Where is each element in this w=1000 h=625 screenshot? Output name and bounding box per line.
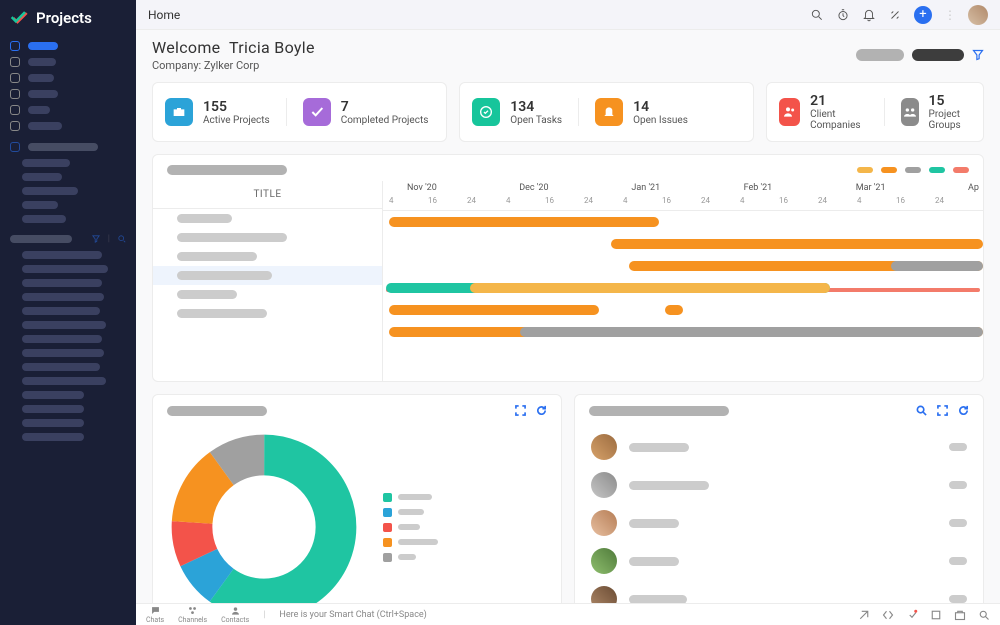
nav-subitem[interactable] bbox=[0, 170, 136, 184]
search-icon[interactable] bbox=[118, 235, 126, 243]
nav-subitem[interactable] bbox=[0, 276, 136, 290]
person-row[interactable] bbox=[591, 542, 967, 580]
nav-subitem[interactable] bbox=[0, 248, 136, 262]
topbar: Home + ⋮ bbox=[136, 0, 1000, 30]
footer-icon[interactable] bbox=[906, 609, 918, 621]
nav-item[interactable] bbox=[0, 54, 136, 70]
expand-icon[interactable] bbox=[937, 405, 948, 416]
nav-item[interactable] bbox=[0, 118, 136, 134]
group-icon bbox=[901, 98, 919, 126]
gantt-time-header: Nov '20Dec '20Jan '21Feb '21Mar '21Ap416… bbox=[383, 181, 983, 211]
person-row[interactable] bbox=[591, 428, 967, 466]
gantt-panel: TITLE Nov '20Dec '20Jan '21Feb '21Mar '2… bbox=[152, 154, 984, 382]
nav-item[interactable] bbox=[0, 70, 136, 86]
donut-legend bbox=[383, 493, 438, 562]
nav-subitem[interactable] bbox=[0, 388, 136, 402]
check-icon bbox=[303, 98, 331, 126]
nav-subitem[interactable] bbox=[0, 212, 136, 226]
tasks-icon bbox=[472, 98, 500, 126]
header-chip[interactable] bbox=[856, 49, 904, 61]
panel-title bbox=[589, 406, 729, 416]
footer-tab-channels[interactable]: Channels bbox=[178, 605, 207, 624]
gantt-row-label[interactable] bbox=[153, 228, 382, 247]
footer-icon[interactable] bbox=[930, 609, 942, 621]
gantt-row-label[interactable] bbox=[153, 266, 382, 285]
nav-subitem[interactable] bbox=[0, 360, 136, 374]
nav-subitem[interactable] bbox=[0, 262, 136, 276]
search-icon[interactable] bbox=[810, 8, 824, 22]
donut-chart bbox=[169, 432, 359, 603]
footer: Chats Channels Contacts | Here is your S… bbox=[136, 603, 1000, 625]
footer-icon[interactable] bbox=[954, 609, 966, 621]
stat-card-tasks: 134Open Tasks 14Open Issues bbox=[459, 82, 754, 142]
refresh-icon[interactable] bbox=[536, 405, 547, 416]
logo-icon bbox=[10, 8, 30, 28]
gantt-row-label[interactable] bbox=[153, 285, 382, 304]
nav-subitem[interactable] bbox=[0, 402, 136, 416]
gantt-row-label[interactable] bbox=[153, 209, 382, 228]
gantt-legend bbox=[857, 167, 969, 173]
nav-item[interactable] bbox=[0, 102, 136, 118]
footer-icon[interactable] bbox=[858, 609, 870, 621]
expand-icon[interactable] bbox=[515, 405, 526, 416]
avatar[interactable] bbox=[968, 5, 988, 25]
nav-subitem[interactable] bbox=[0, 198, 136, 212]
tools-icon[interactable] bbox=[888, 8, 902, 22]
nav-subitem[interactable] bbox=[0, 416, 136, 430]
add-button[interactable]: + bbox=[914, 6, 932, 24]
filter-icon[interactable] bbox=[972, 49, 984, 61]
nav-subitem[interactable] bbox=[0, 374, 136, 388]
nav-subitem[interactable] bbox=[0, 346, 136, 360]
bell-icon[interactable] bbox=[862, 8, 876, 22]
timer-icon[interactable] bbox=[836, 8, 850, 22]
panel-title bbox=[167, 406, 267, 416]
footer-tab-chats[interactable]: Chats bbox=[146, 605, 164, 624]
nav-subitem[interactable] bbox=[0, 156, 136, 170]
gantt-title-header: TITLE bbox=[153, 181, 382, 209]
company-text: Company: Zylker Corp bbox=[152, 59, 315, 72]
refresh-icon[interactable] bbox=[958, 405, 969, 416]
nav-subitem[interactable] bbox=[0, 184, 136, 198]
nav-subitem[interactable] bbox=[0, 304, 136, 318]
nav-subitem[interactable] bbox=[0, 430, 136, 444]
brand-header: Projects bbox=[0, 0, 136, 36]
stat-card-projects: 155Active Projects 7Completed Projects bbox=[152, 82, 447, 142]
briefcase-icon bbox=[165, 98, 193, 126]
footer-icon[interactable] bbox=[978, 609, 990, 621]
sidebar: Projects | bbox=[0, 0, 136, 625]
nav-group-header[interactable] bbox=[0, 136, 136, 154]
nav-subitem[interactable] bbox=[0, 318, 136, 332]
brand-title: Projects bbox=[36, 9, 92, 27]
gantt-row-label[interactable] bbox=[153, 304, 382, 323]
nav-group-header[interactable]: | bbox=[0, 228, 136, 246]
panel-title bbox=[167, 165, 287, 175]
footer-hint: Here is your Smart Chat (Ctrl+Space) bbox=[279, 610, 426, 620]
header-chip[interactable] bbox=[912, 49, 964, 61]
filter-icon[interactable] bbox=[92, 235, 100, 243]
person-row[interactable] bbox=[591, 504, 967, 542]
stat-card-clients: 21Client Companies 15Project Groups bbox=[766, 82, 984, 142]
search-icon[interactable] bbox=[916, 405, 927, 416]
gantt-row-label[interactable] bbox=[153, 247, 382, 266]
nav-item-home[interactable] bbox=[0, 38, 136, 54]
nav-item[interactable] bbox=[0, 86, 136, 102]
alert-icon bbox=[595, 98, 623, 126]
footer-tab-contacts[interactable]: Contacts bbox=[221, 605, 249, 624]
nav-subitem[interactable] bbox=[0, 332, 136, 346]
footer-icon[interactable] bbox=[882, 609, 894, 621]
people-icon bbox=[779, 98, 800, 126]
donut-panel bbox=[152, 394, 562, 603]
nav-subitem[interactable] bbox=[0, 290, 136, 304]
person-row[interactable] bbox=[591, 466, 967, 504]
breadcrumb[interactable]: Home bbox=[148, 8, 180, 22]
people-panel bbox=[574, 394, 984, 603]
page-title: Welcome Tricia Boyle bbox=[152, 38, 315, 57]
person-row[interactable] bbox=[591, 580, 967, 603]
gantt-bars bbox=[383, 211, 983, 351]
